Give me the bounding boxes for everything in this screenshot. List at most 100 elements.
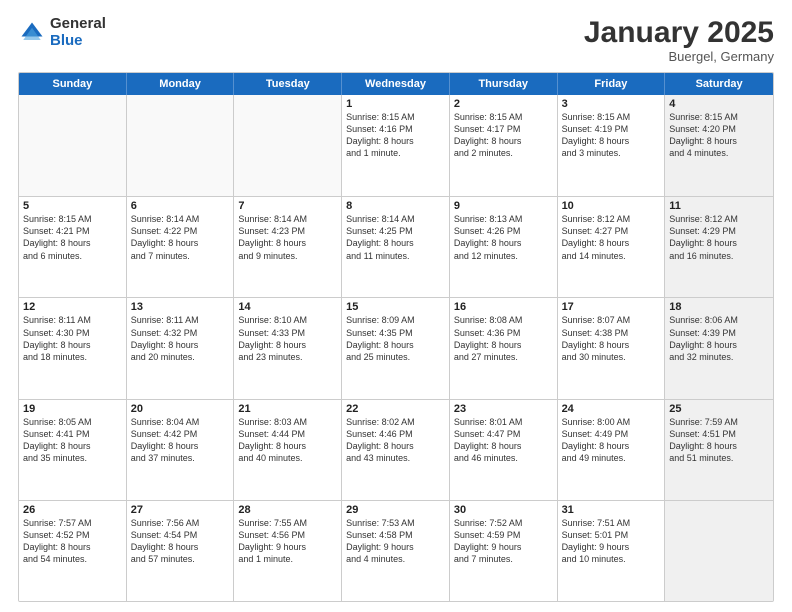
calendar-cell: 17Sunrise: 8:07 AM Sunset: 4:38 PM Dayli… [558, 298, 666, 398]
month-title: January 2025 [584, 16, 774, 49]
day-number: 24 [562, 403, 661, 415]
day-number: 8 [346, 200, 445, 212]
day-info: Sunrise: 8:09 AM Sunset: 4:35 PM Dayligh… [346, 314, 445, 363]
day-info: Sunrise: 7:56 AM Sunset: 4:54 PM Dayligh… [131, 517, 230, 566]
calendar-cell: 7Sunrise: 8:14 AM Sunset: 4:23 PM Daylig… [234, 197, 342, 297]
calendar-cell: 22Sunrise: 8:02 AM Sunset: 4:46 PM Dayli… [342, 400, 450, 500]
day-info: Sunrise: 7:52 AM Sunset: 4:59 PM Dayligh… [454, 517, 553, 566]
day-info: Sunrise: 8:11 AM Sunset: 4:32 PM Dayligh… [131, 314, 230, 363]
calendar-cell: 14Sunrise: 8:10 AM Sunset: 4:33 PM Dayli… [234, 298, 342, 398]
day-number: 23 [454, 403, 553, 415]
logo: General Blue [18, 16, 106, 49]
page: General Blue January 2025 Buergel, Germa… [0, 0, 792, 612]
logo-icon [18, 19, 46, 47]
calendar-row-1: 5Sunrise: 8:15 AM Sunset: 4:21 PM Daylig… [19, 196, 773, 297]
day-info: Sunrise: 7:51 AM Sunset: 5:01 PM Dayligh… [562, 517, 661, 566]
day-info: Sunrise: 8:15 AM Sunset: 4:20 PM Dayligh… [669, 111, 769, 160]
calendar-cell: 2Sunrise: 8:15 AM Sunset: 4:17 PM Daylig… [450, 95, 558, 196]
day-info: Sunrise: 7:53 AM Sunset: 4:58 PM Dayligh… [346, 517, 445, 566]
calendar-cell: 10Sunrise: 8:12 AM Sunset: 4:27 PM Dayli… [558, 197, 666, 297]
day-number: 4 [669, 98, 769, 110]
day-number: 29 [346, 504, 445, 516]
calendar-cell: 20Sunrise: 8:04 AM Sunset: 4:42 PM Dayli… [127, 400, 235, 500]
day-number: 28 [238, 504, 337, 516]
day-info: Sunrise: 7:59 AM Sunset: 4:51 PM Dayligh… [669, 416, 769, 465]
day-info: Sunrise: 8:15 AM Sunset: 4:16 PM Dayligh… [346, 111, 445, 160]
calendar-cell: 5Sunrise: 8:15 AM Sunset: 4:21 PM Daylig… [19, 197, 127, 297]
header-day-saturday: Saturday [665, 73, 773, 95]
day-number: 9 [454, 200, 553, 212]
day-info: Sunrise: 8:12 AM Sunset: 4:27 PM Dayligh… [562, 213, 661, 262]
day-info: Sunrise: 8:14 AM Sunset: 4:22 PM Dayligh… [131, 213, 230, 262]
calendar-cell [127, 95, 235, 196]
calendar-cell: 3Sunrise: 8:15 AM Sunset: 4:19 PM Daylig… [558, 95, 666, 196]
header-day-friday: Friday [558, 73, 666, 95]
day-number: 13 [131, 301, 230, 313]
calendar-cell: 15Sunrise: 8:09 AM Sunset: 4:35 PM Dayli… [342, 298, 450, 398]
day-number: 3 [562, 98, 661, 110]
calendar-cell: 30Sunrise: 7:52 AM Sunset: 4:59 PM Dayli… [450, 501, 558, 601]
day-number: 5 [23, 200, 122, 212]
header-day-wednesday: Wednesday [342, 73, 450, 95]
day-number: 1 [346, 98, 445, 110]
day-info: Sunrise: 8:15 AM Sunset: 4:17 PM Dayligh… [454, 111, 553, 160]
day-info: Sunrise: 8:15 AM Sunset: 4:21 PM Dayligh… [23, 213, 122, 262]
calendar-cell [234, 95, 342, 196]
day-number: 26 [23, 504, 122, 516]
title-block: January 2025 Buergel, Germany [584, 16, 774, 64]
calendar-cell: 18Sunrise: 8:06 AM Sunset: 4:39 PM Dayli… [665, 298, 773, 398]
calendar-cell: 11Sunrise: 8:12 AM Sunset: 4:29 PM Dayli… [665, 197, 773, 297]
calendar-row-4: 26Sunrise: 7:57 AM Sunset: 4:52 PM Dayli… [19, 500, 773, 601]
calendar-cell: 24Sunrise: 8:00 AM Sunset: 4:49 PM Dayli… [558, 400, 666, 500]
day-number: 25 [669, 403, 769, 415]
day-number: 30 [454, 504, 553, 516]
calendar-cell: 16Sunrise: 8:08 AM Sunset: 4:36 PM Dayli… [450, 298, 558, 398]
day-number: 7 [238, 200, 337, 212]
calendar: SundayMondayTuesdayWednesdayThursdayFrid… [18, 72, 774, 602]
day-info: Sunrise: 7:55 AM Sunset: 4:56 PM Dayligh… [238, 517, 337, 566]
calendar-row-2: 12Sunrise: 8:11 AM Sunset: 4:30 PM Dayli… [19, 297, 773, 398]
calendar-cell: 25Sunrise: 7:59 AM Sunset: 4:51 PM Dayli… [665, 400, 773, 500]
day-info: Sunrise: 8:13 AM Sunset: 4:26 PM Dayligh… [454, 213, 553, 262]
logo-blue-label: Blue [50, 33, 106, 50]
calendar-cell: 29Sunrise: 7:53 AM Sunset: 4:58 PM Dayli… [342, 501, 450, 601]
header: General Blue January 2025 Buergel, Germa… [18, 16, 774, 64]
day-info: Sunrise: 8:07 AM Sunset: 4:38 PM Dayligh… [562, 314, 661, 363]
header-day-sunday: Sunday [19, 73, 127, 95]
day-info: Sunrise: 8:10 AM Sunset: 4:33 PM Dayligh… [238, 314, 337, 363]
calendar-cell: 8Sunrise: 8:14 AM Sunset: 4:25 PM Daylig… [342, 197, 450, 297]
day-number: 27 [131, 504, 230, 516]
calendar-cell: 27Sunrise: 7:56 AM Sunset: 4:54 PM Dayli… [127, 501, 235, 601]
day-info: Sunrise: 8:11 AM Sunset: 4:30 PM Dayligh… [23, 314, 122, 363]
location-label: Buergel, Germany [584, 49, 774, 64]
day-number: 20 [131, 403, 230, 415]
day-info: Sunrise: 8:03 AM Sunset: 4:44 PM Dayligh… [238, 416, 337, 465]
calendar-cell: 13Sunrise: 8:11 AM Sunset: 4:32 PM Dayli… [127, 298, 235, 398]
calendar-row-0: 1Sunrise: 8:15 AM Sunset: 4:16 PM Daylig… [19, 95, 773, 196]
day-info: Sunrise: 8:01 AM Sunset: 4:47 PM Dayligh… [454, 416, 553, 465]
day-info: Sunrise: 8:12 AM Sunset: 4:29 PM Dayligh… [669, 213, 769, 262]
calendar-cell: 1Sunrise: 8:15 AM Sunset: 4:16 PM Daylig… [342, 95, 450, 196]
day-number: 15 [346, 301, 445, 313]
day-info: Sunrise: 7:57 AM Sunset: 4:52 PM Dayligh… [23, 517, 122, 566]
day-info: Sunrise: 8:08 AM Sunset: 4:36 PM Dayligh… [454, 314, 553, 363]
day-number: 19 [23, 403, 122, 415]
day-info: Sunrise: 8:05 AM Sunset: 4:41 PM Dayligh… [23, 416, 122, 465]
logo-general-label: General [50, 16, 106, 33]
day-number: 11 [669, 200, 769, 212]
day-info: Sunrise: 8:04 AM Sunset: 4:42 PM Dayligh… [131, 416, 230, 465]
day-number: 18 [669, 301, 769, 313]
calendar-cell: 4Sunrise: 8:15 AM Sunset: 4:20 PM Daylig… [665, 95, 773, 196]
calendar-cell: 19Sunrise: 8:05 AM Sunset: 4:41 PM Dayli… [19, 400, 127, 500]
calendar-cell: 6Sunrise: 8:14 AM Sunset: 4:22 PM Daylig… [127, 197, 235, 297]
calendar-row-3: 19Sunrise: 8:05 AM Sunset: 4:41 PM Dayli… [19, 399, 773, 500]
day-info: Sunrise: 8:00 AM Sunset: 4:49 PM Dayligh… [562, 416, 661, 465]
calendar-header: SundayMondayTuesdayWednesdayThursdayFrid… [19, 73, 773, 95]
calendar-cell: 9Sunrise: 8:13 AM Sunset: 4:26 PM Daylig… [450, 197, 558, 297]
day-number: 22 [346, 403, 445, 415]
calendar-cell [665, 501, 773, 601]
day-number: 2 [454, 98, 553, 110]
day-info: Sunrise: 8:02 AM Sunset: 4:46 PM Dayligh… [346, 416, 445, 465]
day-number: 16 [454, 301, 553, 313]
calendar-cell [19, 95, 127, 196]
